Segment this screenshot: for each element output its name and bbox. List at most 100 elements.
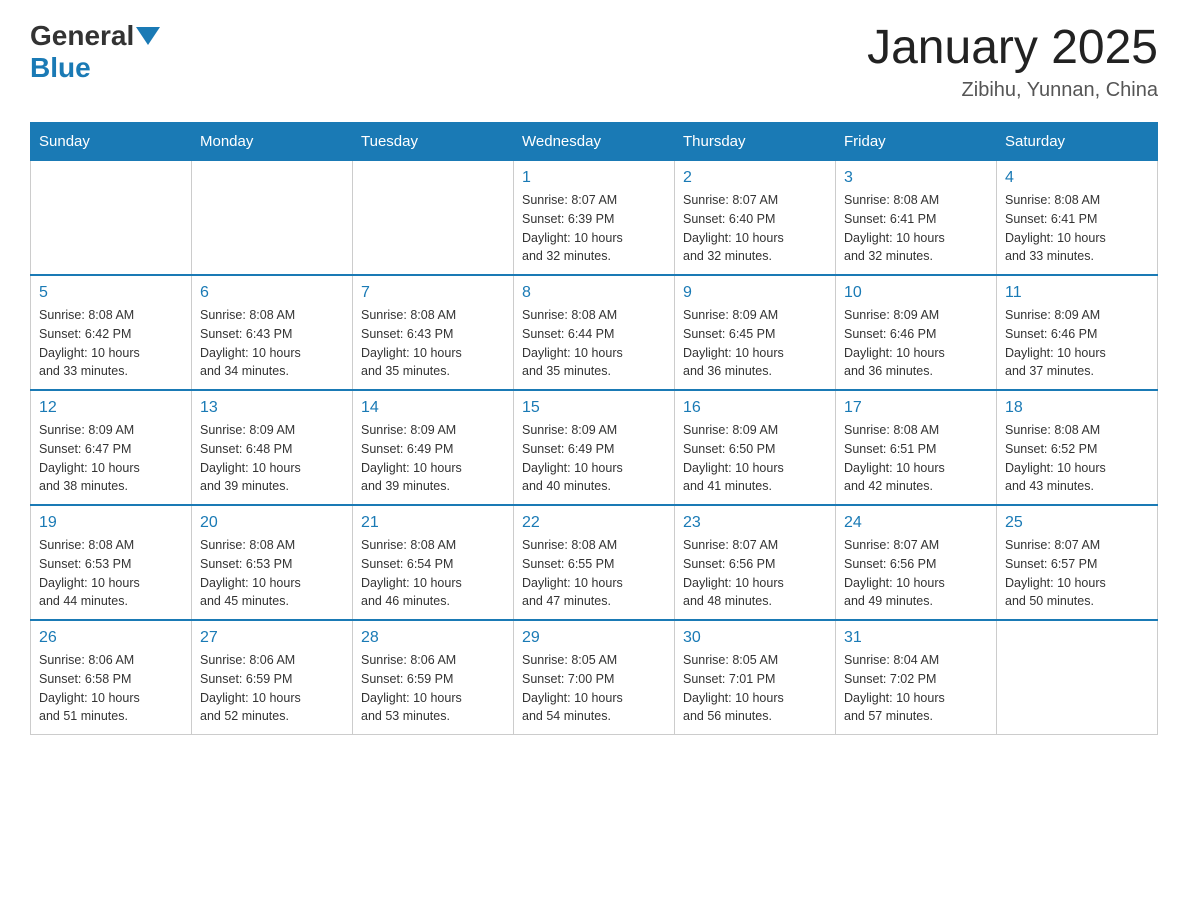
- calendar-day-cell: 19 Sunrise: 8:08 AM Sunset: 6:53 PM Dayli…: [31, 505, 192, 620]
- day-number: 5: [39, 284, 183, 302]
- day-info: Sunrise: 8:06 AM Sunset: 6:58 PM Dayligh…: [39, 651, 183, 726]
- day-info: Sunrise: 8:08 AM Sunset: 6:52 PM Dayligh…: [1005, 421, 1149, 496]
- calendar-day-cell: 17Sunrise: 8:08 AM Sunset: 6:51 PM Dayli…: [836, 390, 997, 505]
- day-number: 27: [200, 629, 344, 647]
- day-info: Sunrise: 8:09 AM Sunset: 6:49 PM Dayligh…: [522, 421, 666, 496]
- calendar-day-cell: 24 Sunrise: 8:07 AM Sunset: 6:56 PM Dayli…: [836, 505, 997, 620]
- day-info: Sunrise: 8:06 AM Sunset: 6:59 PM Dayligh…: [361, 651, 505, 726]
- day-number: 16: [683, 399, 827, 417]
- calendar-day-cell: 29 Sunrise: 8:05 AM Sunset: 7:00 PM Dayli…: [514, 620, 675, 735]
- day-number: 21: [361, 514, 505, 532]
- calendar-day-cell: 18 Sunrise: 8:08 AM Sunset: 6:52 PM Dayli…: [997, 390, 1158, 505]
- day-number: 23: [683, 514, 827, 532]
- day-info: Sunrise: 8:07 AM Sunset: 6:56 PM Dayligh…: [844, 536, 988, 611]
- day-info: Sunrise: 8:08 AM Sunset: 6:53 PM Dayligh…: [200, 536, 344, 611]
- day-number: 20: [200, 514, 344, 532]
- day-info: Sunrise: 8:08 AM Sunset: 6:43 PM Dayligh…: [361, 306, 505, 381]
- day-info: Sunrise: 8:08 AM Sunset: 6:53 PM Dayligh…: [39, 536, 183, 611]
- calendar-day-cell: 30 Sunrise: 8:05 AM Sunset: 7:01 PM Dayli…: [675, 620, 836, 735]
- day-info: Sunrise: 8:08 AM Sunset: 6:41 PM Dayligh…: [1005, 191, 1149, 266]
- month-title: January 2025: [867, 20, 1158, 75]
- day-number: 25: [1005, 514, 1149, 532]
- logo-arrow-icon: [136, 27, 160, 45]
- calendar-day-cell: 3 Sunrise: 8:08 AM Sunset: 6:41 PM Daylig…: [836, 161, 997, 276]
- calendar-day-cell: 13Sunrise: 8:09 AM Sunset: 6:48 PM Dayli…: [192, 390, 353, 505]
- calendar-day-cell: 20 Sunrise: 8:08 AM Sunset: 6:53 PM Dayli…: [192, 505, 353, 620]
- day-info: Sunrise: 8:09 AM Sunset: 6:46 PM Dayligh…: [1005, 306, 1149, 381]
- day-info: Sunrise: 8:08 AM Sunset: 6:55 PM Dayligh…: [522, 536, 666, 611]
- calendar-day-cell: 5Sunrise: 8:08 AM Sunset: 6:42 PM Daylig…: [31, 275, 192, 390]
- day-number: 19: [39, 514, 183, 532]
- day-info: Sunrise: 8:07 AM Sunset: 6:56 PM Dayligh…: [683, 536, 827, 611]
- logo: General Blue: [30, 20, 160, 84]
- day-number: 12: [39, 399, 183, 417]
- calendar-day-cell: 1 Sunrise: 8:07 AM Sunset: 6:39 PM Daylig…: [514, 161, 675, 276]
- day-number: 29: [522, 629, 666, 647]
- calendar-week-row: 12 Sunrise: 8:09 AM Sunset: 6:47 PM Dayli…: [31, 390, 1158, 505]
- day-number: 22: [522, 514, 666, 532]
- day-info: Sunrise: 8:06 AM Sunset: 6:59 PM Dayligh…: [200, 651, 344, 726]
- calendar-header-row: SundayMondayTuesdayWednesdayThursdayFrid…: [31, 123, 1158, 161]
- day-info: Sunrise: 8:08 AM Sunset: 6:54 PM Dayligh…: [361, 536, 505, 611]
- day-number: 4: [1005, 169, 1149, 187]
- calendar-day-cell: 27 Sunrise: 8:06 AM Sunset: 6:59 PM Dayli…: [192, 620, 353, 735]
- calendar-day-cell: 6 Sunrise: 8:08 AM Sunset: 6:43 PM Daylig…: [192, 275, 353, 390]
- day-number: 30: [683, 629, 827, 647]
- calendar-day-cell: 14 Sunrise: 8:09 AM Sunset: 6:49 PM Dayli…: [353, 390, 514, 505]
- day-number: 18: [1005, 399, 1149, 417]
- day-of-week-header: Friday: [836, 123, 997, 161]
- day-number: 10: [844, 284, 988, 302]
- day-number: 8: [522, 284, 666, 302]
- location-text: Zibihu, Yunnan, China: [867, 79, 1158, 102]
- calendar-day-cell: 21 Sunrise: 8:08 AM Sunset: 6:54 PM Dayli…: [353, 505, 514, 620]
- day-of-week-header: Saturday: [997, 123, 1158, 161]
- day-info: Sunrise: 8:08 AM Sunset: 6:44 PM Dayligh…: [522, 306, 666, 381]
- calendar-day-cell: 7 Sunrise: 8:08 AM Sunset: 6:43 PM Daylig…: [353, 275, 514, 390]
- calendar-day-cell: 25 Sunrise: 8:07 AM Sunset: 6:57 PM Dayli…: [997, 505, 1158, 620]
- calendar-day-cell: 31 Sunrise: 8:04 AM Sunset: 7:02 PM Dayli…: [836, 620, 997, 735]
- day-number: 7: [361, 284, 505, 302]
- day-of-week-header: Monday: [192, 123, 353, 161]
- day-of-week-header: Thursday: [675, 123, 836, 161]
- day-info: Sunrise: 8:09 AM Sunset: 6:47 PM Dayligh…: [39, 421, 183, 496]
- day-of-week-header: Wednesday: [514, 123, 675, 161]
- day-number: 11: [1005, 284, 1149, 302]
- day-info: Sunrise: 8:07 AM Sunset: 6:57 PM Dayligh…: [1005, 536, 1149, 611]
- day-number: 24: [844, 514, 988, 532]
- calendar-day-cell: 2Sunrise: 8:07 AM Sunset: 6:40 PM Daylig…: [675, 161, 836, 276]
- calendar-week-row: 19 Sunrise: 8:08 AM Sunset: 6:53 PM Dayli…: [31, 505, 1158, 620]
- day-info: Sunrise: 8:08 AM Sunset: 6:51 PM Dayligh…: [844, 421, 988, 496]
- day-info: Sunrise: 8:09 AM Sunset: 6:46 PM Dayligh…: [844, 306, 988, 381]
- calendar-day-cell: 26Sunrise: 8:06 AM Sunset: 6:58 PM Dayli…: [31, 620, 192, 735]
- day-number: 31: [844, 629, 988, 647]
- calendar-day-cell: 12 Sunrise: 8:09 AM Sunset: 6:47 PM Dayli…: [31, 390, 192, 505]
- day-info: Sunrise: 8:04 AM Sunset: 7:02 PM Dayligh…: [844, 651, 988, 726]
- day-info: Sunrise: 8:09 AM Sunset: 6:49 PM Dayligh…: [361, 421, 505, 496]
- day-number: 1: [522, 169, 666, 187]
- day-info: Sunrise: 8:05 AM Sunset: 7:01 PM Dayligh…: [683, 651, 827, 726]
- calendar-day-cell: 23 Sunrise: 8:07 AM Sunset: 6:56 PM Dayli…: [675, 505, 836, 620]
- day-number: 3: [844, 169, 988, 187]
- calendar-empty-cell: [192, 161, 353, 276]
- day-info: Sunrise: 8:05 AM Sunset: 7:00 PM Dayligh…: [522, 651, 666, 726]
- calendar-day-cell: 22 Sunrise: 8:08 AM Sunset: 6:55 PM Dayli…: [514, 505, 675, 620]
- day-number: 6: [200, 284, 344, 302]
- day-of-week-header: Sunday: [31, 123, 192, 161]
- day-number: 13: [200, 399, 344, 417]
- day-number: 28: [361, 629, 505, 647]
- day-of-week-header: Tuesday: [353, 123, 514, 161]
- day-number: 9: [683, 284, 827, 302]
- page-header: General Blue January 2025 Zibihu, Yunnan…: [30, 20, 1158, 102]
- calendar-week-row: 26Sunrise: 8:06 AM Sunset: 6:58 PM Dayli…: [31, 620, 1158, 735]
- day-info: Sunrise: 8:08 AM Sunset: 6:43 PM Dayligh…: [200, 306, 344, 381]
- calendar-day-cell: 9Sunrise: 8:09 AM Sunset: 6:45 PM Daylig…: [675, 275, 836, 390]
- day-number: 2: [683, 169, 827, 187]
- calendar-table: SundayMondayTuesdayWednesdayThursdayFrid…: [30, 122, 1158, 735]
- logo-blue-text: Blue: [30, 52, 91, 84]
- day-info: Sunrise: 8:08 AM Sunset: 6:41 PM Dayligh…: [844, 191, 988, 266]
- calendar-week-row: 1 Sunrise: 8:07 AM Sunset: 6:39 PM Daylig…: [31, 161, 1158, 276]
- day-number: 14: [361, 399, 505, 417]
- calendar-empty-cell: [31, 161, 192, 276]
- logo-blue-part: [134, 27, 160, 45]
- day-info: Sunrise: 8:07 AM Sunset: 6:39 PM Dayligh…: [522, 191, 666, 266]
